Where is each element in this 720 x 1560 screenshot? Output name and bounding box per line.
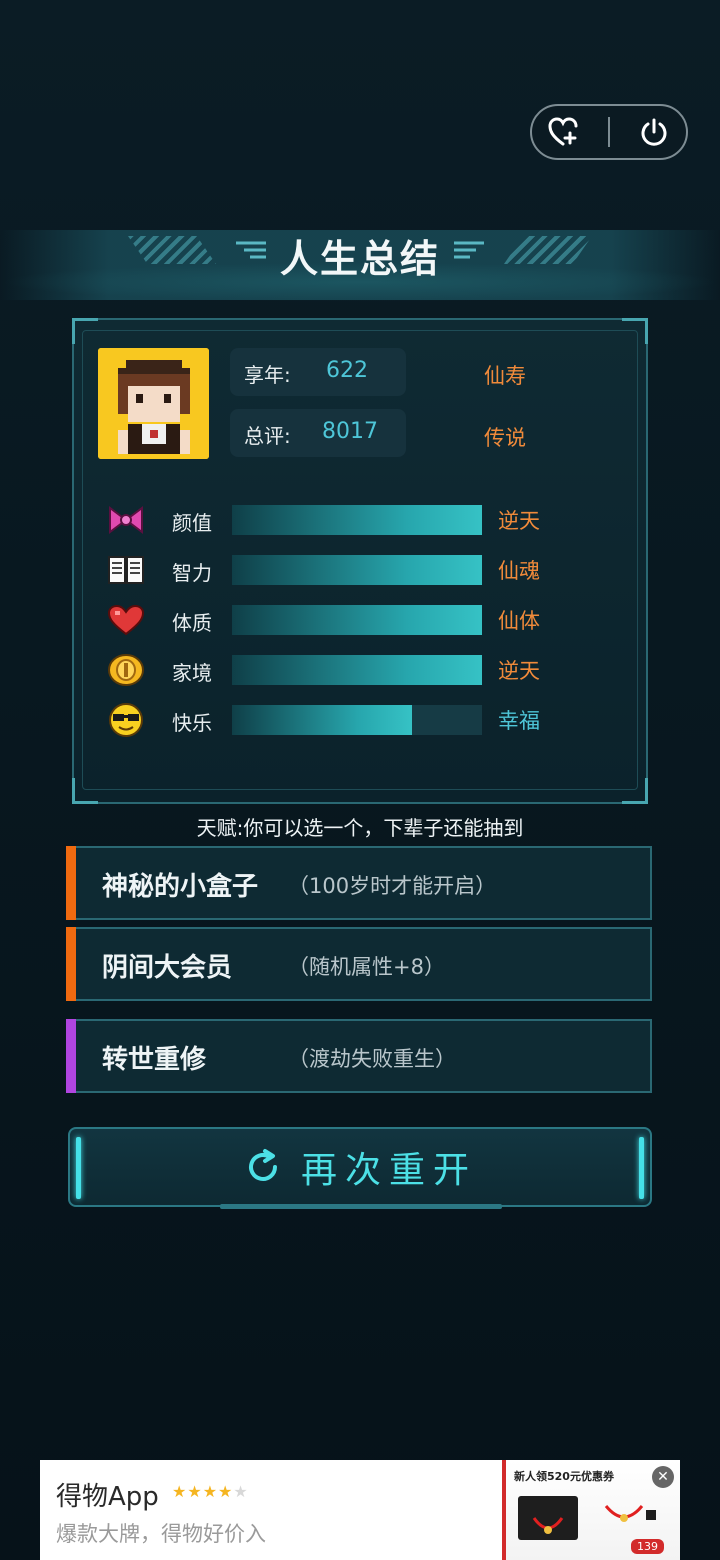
attribute-bar <box>232 655 482 685</box>
attribute-grade: 仙魂 <box>498 559 540 583</box>
pixel-character-avatar <box>98 348 209 459</box>
talent-name: 转世重修 <box>102 1045 207 1075</box>
favorite-button[interactable] <box>544 112 584 152</box>
avatar <box>98 348 209 459</box>
score-stat-box: 总评: 8017 <box>230 409 406 457</box>
attribute-label: 家境 <box>172 661 212 685</box>
restart-label: 再次重开 <box>300 1150 477 1191</box>
age-stat-box: 享年: 622 <box>230 348 406 396</box>
talent-desc: （100岁时才能开启） <box>288 874 497 898</box>
age-label: 享年: <box>244 363 291 387</box>
power-icon <box>641 118 667 146</box>
talent-color-stripe <box>66 927 76 1001</box>
coin-icon <box>106 652 146 688</box>
attribute-bar <box>232 705 482 735</box>
age-rank: 仙寿 <box>484 364 526 388</box>
button-edge-glow <box>639 1137 644 1199</box>
ad-close-button[interactable]: ✕ <box>652 1466 674 1488</box>
attribute-grade: 逆天 <box>498 659 540 683</box>
attribute-bar <box>232 555 482 585</box>
sunglasses-emoji-icon <box>106 702 146 738</box>
attribute-label: 智力 <box>172 561 212 585</box>
attribute-grade: 幸福 <box>498 709 540 733</box>
ad-slogan: 爆款大牌，得物好价入 <box>56 1522 266 1546</box>
score-rank: 传说 <box>484 426 526 450</box>
page-title: 人生总结 <box>279 236 440 281</box>
refresh-icon <box>249 1149 277 1181</box>
power-button[interactable] <box>634 112 674 152</box>
attribute-bar <box>232 605 482 635</box>
top-action-capsule <box>530 104 688 160</box>
ad-promo-text: 新人领520元优惠券 <box>514 1470 614 1483</box>
age-value: 622 <box>326 358 368 383</box>
ad-app-name: 得物App <box>56 1482 159 1512</box>
panel-corner <box>622 778 648 804</box>
attribute-grade: 仙体 <box>498 609 540 633</box>
talent-option[interactable]: 神秘的小盒子 （100岁时才能开启） <box>66 846 652 920</box>
ad-banner[interactable]: 得物App ★★★★★ 爆款大牌，得物好价入 新人领520元优惠券 139 ✕ <box>40 1460 680 1560</box>
attribute-label: 体质 <box>172 611 212 635</box>
attribute-row: 智力 仙魂 <box>106 552 566 588</box>
attribute-grade: 逆天 <box>498 509 540 533</box>
button-edge-glow <box>76 1137 81 1199</box>
score-value: 8017 <box>322 419 378 444</box>
talent-option[interactable]: 转世重修 （渡劫失败重生） <box>66 1019 652 1093</box>
attribute-bar-fill <box>232 505 482 535</box>
talent-desc: （随机属性+8） <box>288 955 445 979</box>
attribute-bar-fill <box>232 655 482 685</box>
talent-name: 阴间大会员 <box>102 953 233 983</box>
talent-color-stripe <box>66 1019 76 1093</box>
talent-name: 神秘的小盒子 <box>102 872 259 902</box>
attribute-label: 颜值 <box>172 511 212 535</box>
panel-corner <box>72 778 98 804</box>
attribute-row: 家境 逆天 <box>106 652 566 688</box>
talent-desc: （渡劫失败重生） <box>288 1047 456 1071</box>
capsule-divider <box>608 117 610 147</box>
ad-price: 139 <box>631 1539 664 1554</box>
bow-icon <box>106 502 146 538</box>
attribute-bar-fill <box>232 555 482 585</box>
attribute-bar <box>232 505 482 535</box>
rating-stars-icon: ★★★★★ <box>172 1482 249 1501</box>
attribute-label: 快乐 <box>172 711 212 735</box>
score-label: 总评: <box>244 424 291 448</box>
attribute-bar-fill <box>232 605 482 635</box>
talent-option[interactable]: 阴间大会员 （随机属性+8） <box>66 927 652 1001</box>
panel-corner <box>72 318 98 344</box>
panel-corner <box>622 318 648 344</box>
button-underbar <box>220 1204 502 1209</box>
attribute-row: 颜值 逆天 <box>106 502 566 538</box>
heart-icon <box>106 602 146 638</box>
book-icon <box>106 552 146 588</box>
attribute-bar-fill <box>232 705 412 735</box>
attribute-row: 快乐 幸福 <box>106 702 566 738</box>
attribute-row: 体质 仙体 <box>106 602 566 638</box>
restart-button[interactable]: 再次重开 <box>68 1127 652 1209</box>
heart-plus-icon <box>548 117 578 146</box>
talent-color-stripe <box>66 846 76 920</box>
talent-hint: 天赋:你可以选一个，下辈子还能抽到 <box>196 816 524 840</box>
